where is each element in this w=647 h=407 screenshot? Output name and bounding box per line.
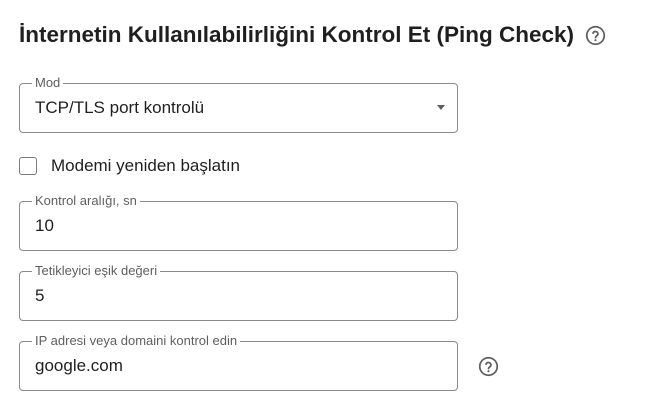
page-title: İnternetin Kullanılabilirliğini Kontrol …	[19, 22, 575, 47]
help-icon[interactable]	[584, 24, 606, 46]
threshold-input[interactable]: Tetikleyici eşik değeri 5	[19, 263, 458, 321]
restart-modem-checkbox[interactable]	[19, 157, 37, 175]
target-value: google.com	[35, 356, 123, 375]
mode-value: TCP/TLS port kontrolü	[35, 98, 205, 117]
interval-input[interactable]: Kontrol aralığı, sn 10	[19, 193, 458, 251]
mode-select[interactable]: Mod TCP/TLS port kontrolü	[19, 75, 458, 133]
interval-value: 10	[35, 216, 54, 235]
threshold-label: Tetikleyici eşik değeri	[32, 263, 161, 279]
header: İnternetin Kullanılabilirliğini Kontrol …	[19, 22, 606, 48]
threshold-value: 5	[35, 286, 45, 305]
target-help-icon[interactable]	[477, 355, 499, 377]
target-input[interactable]: IP adresi veya domaini kontrol edin goog…	[19, 333, 458, 391]
caret-down-icon	[437, 105, 445, 110]
restart-modem-label: Modemi yeniden başlatın	[51, 156, 241, 175]
restart-modem-option[interactable]: Modemi yeniden başlatın	[19, 156, 240, 176]
